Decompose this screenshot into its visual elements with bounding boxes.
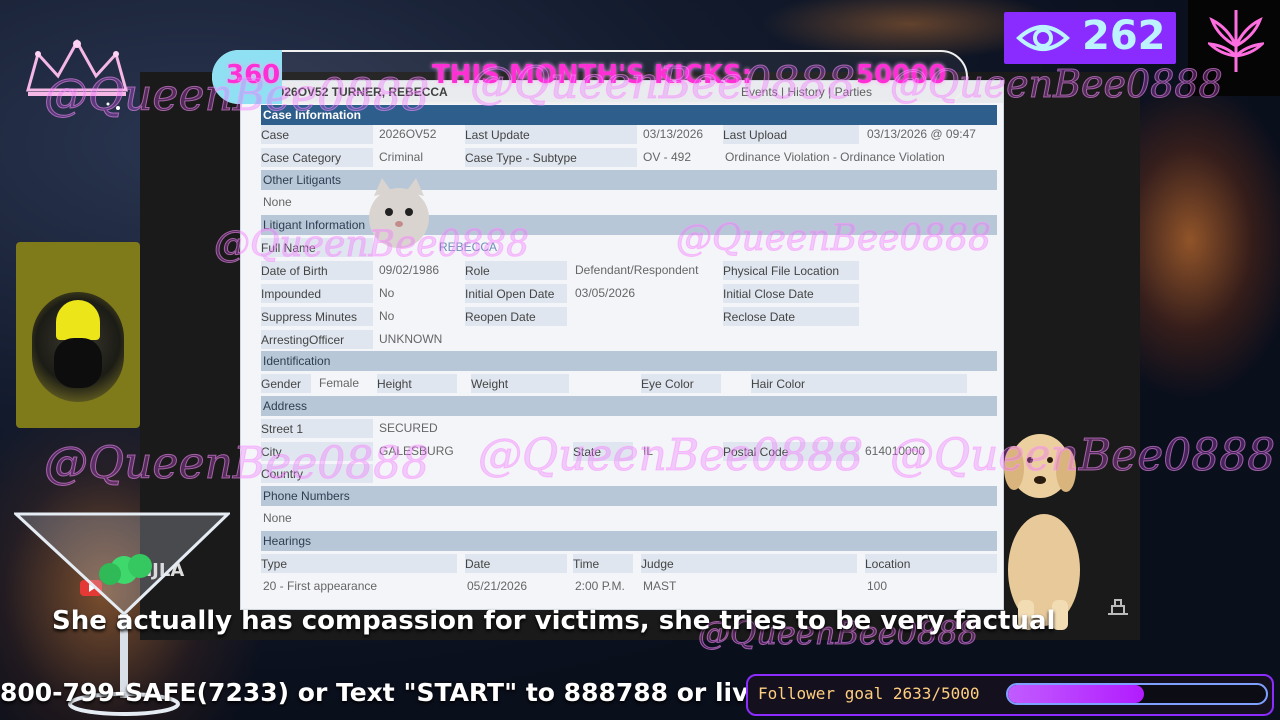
hearing-col-time: Time <box>573 554 633 573</box>
last-update-label: Last Update <box>465 125 637 144</box>
last-upload-label: Last Upload <box>723 125 859 144</box>
suppress-value: No <box>379 309 395 323</box>
initial-open-value: 03/05/2026 <box>575 286 636 300</box>
section-phone-numbers: Phone Numbers <box>261 486 997 506</box>
section-address: Address <box>261 396 997 416</box>
physical-file-label: Physical File Location <box>723 261 859 280</box>
hearings-header-row: Type Date Time Judge Location <box>261 553 997 574</box>
case-category-value: Criminal <box>379 150 424 164</box>
street-label: Street 1 <box>261 419 373 438</box>
case-label: Case <box>261 125 373 144</box>
suppress-label: Suppress Minutes <box>261 307 373 326</box>
reopen-label: Reopen Date <box>465 307 567 326</box>
officer-value: UNKNOWN <box>379 332 443 346</box>
weight-label: Weight <box>471 374 569 393</box>
reclose-label: Reclose Date <box>723 307 859 326</box>
last-upload-value: 03/13/2026 @ 09:47 <box>867 127 976 141</box>
eye-color-label: Eye Color <box>641 374 721 393</box>
eye-icon <box>1016 25 1070 51</box>
impounded-value: No <box>379 286 395 300</box>
watermark-text: @QueenBee0888 <box>889 430 1276 482</box>
watermark-text: @QueenBee0888 <box>890 62 1224 107</box>
officer-label: ArrestingOfficer <box>261 330 373 349</box>
initial-open-label: Initial Open Date <box>465 284 567 303</box>
case-number: 2026OV52 <box>379 127 437 141</box>
table-row[interactable]: 20 - First appearance 05/21/2026 2:00 P.… <box>261 576 997 597</box>
watermark-text: @QueenBee0888 <box>43 438 430 490</box>
case-record-document: 2026OV52 TURNER, REBECCA Events | Histor… <box>240 80 1004 610</box>
case-type-value: OV - 492 <box>643 150 692 164</box>
gender-value: Female <box>319 376 360 390</box>
identification-row: Gender Female Height Weight Eye Color Ha… <box>261 373 997 394</box>
watermark-text: @QueenBee0888 <box>675 218 992 260</box>
watermark-text: @QueenBee0888 <box>477 430 864 482</box>
hearing-col-type: Type <box>261 554 457 573</box>
hearing-judge: MAST <box>643 579 677 593</box>
hotline-ticker: 800-799-SAFE(7233) or Text "START" to 88… <box>0 678 760 707</box>
hair-color-label: Hair Color <box>751 374 967 393</box>
role-value: Defendant/Respondent <box>575 263 699 277</box>
viewer-count: 262 <box>1082 13 1166 59</box>
follower-goal-progress <box>1006 683 1268 705</box>
hearing-time: 2:00 P.M. <box>575 579 625 593</box>
impounded-label: Impounded <box>261 284 373 303</box>
phone-row: None <box>261 508 997 529</box>
section-hearings: Hearings <box>261 531 997 551</box>
webcam-subject <box>54 338 102 388</box>
stamp-icon <box>1108 599 1128 615</box>
last-update-value: 03/13/2026 <box>643 127 704 141</box>
case-type-label: Case Type - Subtype <box>465 148 637 167</box>
other-litigants-value: None <box>263 195 292 209</box>
height-label: Height <box>377 374 457 393</box>
case-type-description: Ordinance Violation - Ordinance Violatio… <box>725 150 945 164</box>
gender-label: Gender <box>261 374 311 393</box>
watermark-text: @QueenBee0888 <box>469 58 856 110</box>
case-category-label: Case Category <box>261 148 373 167</box>
hearing-date: 05/21/2026 <box>467 579 528 593</box>
helmet-icon <box>56 300 100 340</box>
follower-goal-fill <box>1008 685 1144 703</box>
section-identification: Identification <box>261 351 997 371</box>
phone-value: None <box>263 511 292 525</box>
follower-goal-label: Follower goal 2633/5000 <box>758 684 980 703</box>
hearing-col-date: Date <box>465 554 567 573</box>
watermark-text: @QueenBee0888 <box>213 224 530 266</box>
case-category-row: Case Category Criminal Case Type - Subty… <box>261 147 997 168</box>
suppress-row: Suppress Minutes No Reopen Date Reclose … <box>261 306 997 327</box>
hearing-location: 100 <box>867 579 888 593</box>
watermark-text: @QueenBee0888 <box>43 70 430 122</box>
impounded-row: Impounded No Initial Open Date 03/05/202… <box>261 283 997 304</box>
hearing-col-judge: Judge <box>641 554 857 573</box>
webcam-feed <box>16 242 140 428</box>
live-caption: She actually has compassion for victims,… <box>52 606 1056 636</box>
case-row: Case 2026OV52 Last Update 03/13/2026 Las… <box>261 124 997 145</box>
street-value: SECURED <box>379 421 438 435</box>
hearing-type: 20 - First appearance <box>263 579 378 593</box>
hearing-col-location: Location <box>865 554 997 573</box>
initial-close-label: Initial Close Date <box>723 284 859 303</box>
officer-row: ArrestingOfficer UNKNOWN <box>261 329 997 350</box>
